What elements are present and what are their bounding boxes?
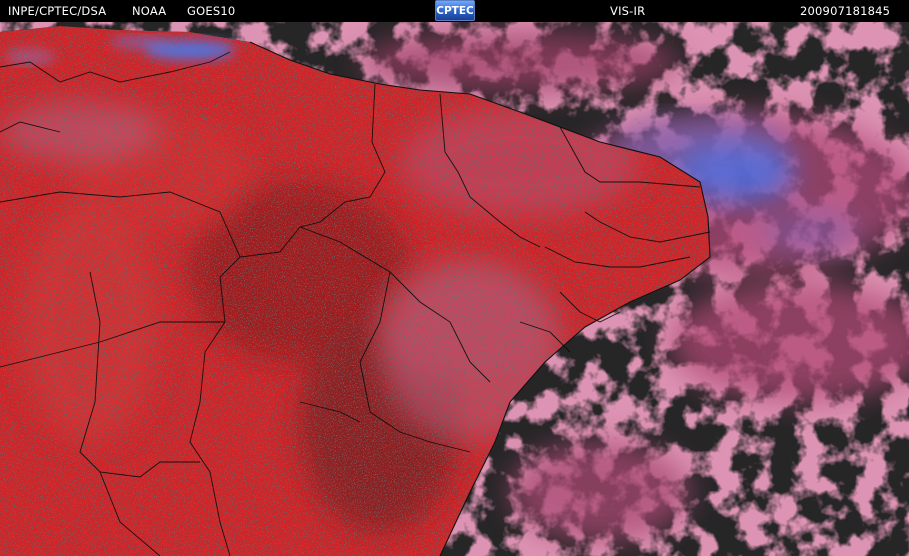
satellite-label: GOES10 [187,4,236,18]
channel-label: VIS-IR [610,4,646,18]
source-label: NOAA [132,4,167,18]
agency-label: INPE/CPTEC/DSA [8,4,107,18]
timestamp-label: 200907181845 [800,4,891,18]
satellite-image-svg [0,22,909,556]
header-bar: INPE/CPTEC/DSA NOAA GOES10 CPTEC VIS-IR … [0,0,909,22]
satellite-image [0,22,909,556]
cptec-logo: CPTEC [435,0,475,21]
